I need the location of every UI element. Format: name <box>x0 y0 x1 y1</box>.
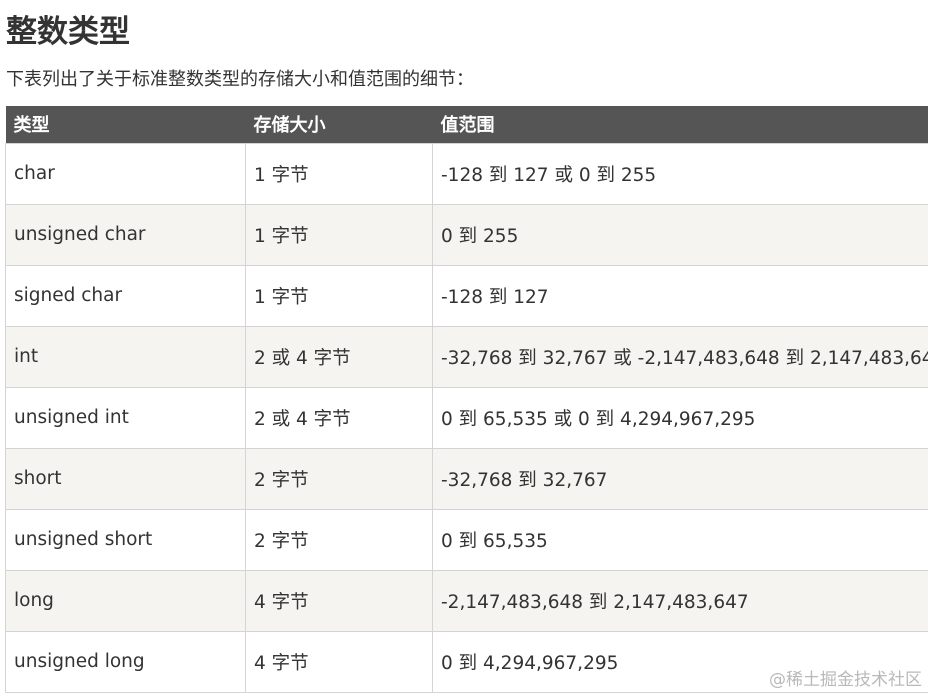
cell-value-range: 0 到 65,535 或 0 到 4,294,967,295 <box>432 386 928 449</box>
table-row: signed char 1 字节 -128 到 127 <box>5 264 928 327</box>
cell-storage-size: 4 字节 <box>245 569 433 632</box>
cell-type: long <box>5 569 246 632</box>
page-title: 整数类型 <box>6 14 130 50</box>
cell-value-range: 0 到 255 <box>432 203 928 266</box>
table-header-row: 类型 存储大小 值范围 <box>5 106 928 143</box>
table-row: unsigned char 1 字节 0 到 255 <box>5 203 928 266</box>
cell-type: short <box>5 447 246 510</box>
cell-storage-size: 2 或 4 字节 <box>245 386 433 449</box>
table-row: long 4 字节 -2,147,483,648 到 2,147,483,647 <box>5 569 928 632</box>
table-row: int 2 或 4 字节 -32,768 到 32,767 或 -2,147,4… <box>5 325 928 388</box>
cell-type: int <box>5 325 246 388</box>
cell-value-range: -32,768 到 32,767 <box>432 447 928 510</box>
cell-value-range: -32,768 到 32,767 或 -2,147,483,648 到 2,14… <box>432 325 928 388</box>
table-row: short 2 字节 -32,768 到 32,767 <box>5 447 928 510</box>
table-row: unsigned short 2 字节 0 到 65,535 <box>5 508 928 571</box>
cell-storage-size: 1 字节 <box>245 142 433 205</box>
integer-types-table: 类型 存储大小 值范围 char 1 字节 -128 到 127 或 0 到 2… <box>5 106 928 693</box>
intro-text: 下表列出了关于标准整数类型的存储大小和值范围的细节： <box>6 69 474 90</box>
column-header-type: 类型 <box>13 115 50 137</box>
cell-storage-size: 4 字节 <box>245 630 433 693</box>
cell-storage-size: 1 字节 <box>245 203 433 266</box>
cell-storage-size: 1 字节 <box>245 264 433 327</box>
cell-type: signed char <box>5 264 246 327</box>
cell-type: unsigned int <box>5 386 246 449</box>
cell-type: unsigned long <box>5 630 246 693</box>
column-header-value-range: 值范围 <box>440 115 495 137</box>
cell-value-range: -128 到 127 <box>432 264 928 327</box>
cell-storage-size: 2 字节 <box>245 508 433 571</box>
cell-value-range: 0 到 65,535 <box>432 508 928 571</box>
cell-storage-size: 2 字节 <box>245 447 433 510</box>
watermark: @稀土掘金技术社区 <box>769 670 922 690</box>
cell-storage-size: 2 或 4 字节 <box>245 325 433 388</box>
cell-value-range: -128 到 127 或 0 到 255 <box>432 142 928 205</box>
table-row: char 1 字节 -128 到 127 或 0 到 255 <box>5 142 928 205</box>
cell-value-range: -2,147,483,648 到 2,147,483,647 <box>432 569 928 632</box>
column-header-storage-size: 存储大小 <box>253 115 326 137</box>
cell-type: char <box>5 142 246 205</box>
cell-type: unsigned char <box>5 203 246 266</box>
table-row: unsigned int 2 或 4 字节 0 到 65,535 或 0 到 4… <box>5 386 928 449</box>
cell-type: unsigned short <box>5 508 246 571</box>
